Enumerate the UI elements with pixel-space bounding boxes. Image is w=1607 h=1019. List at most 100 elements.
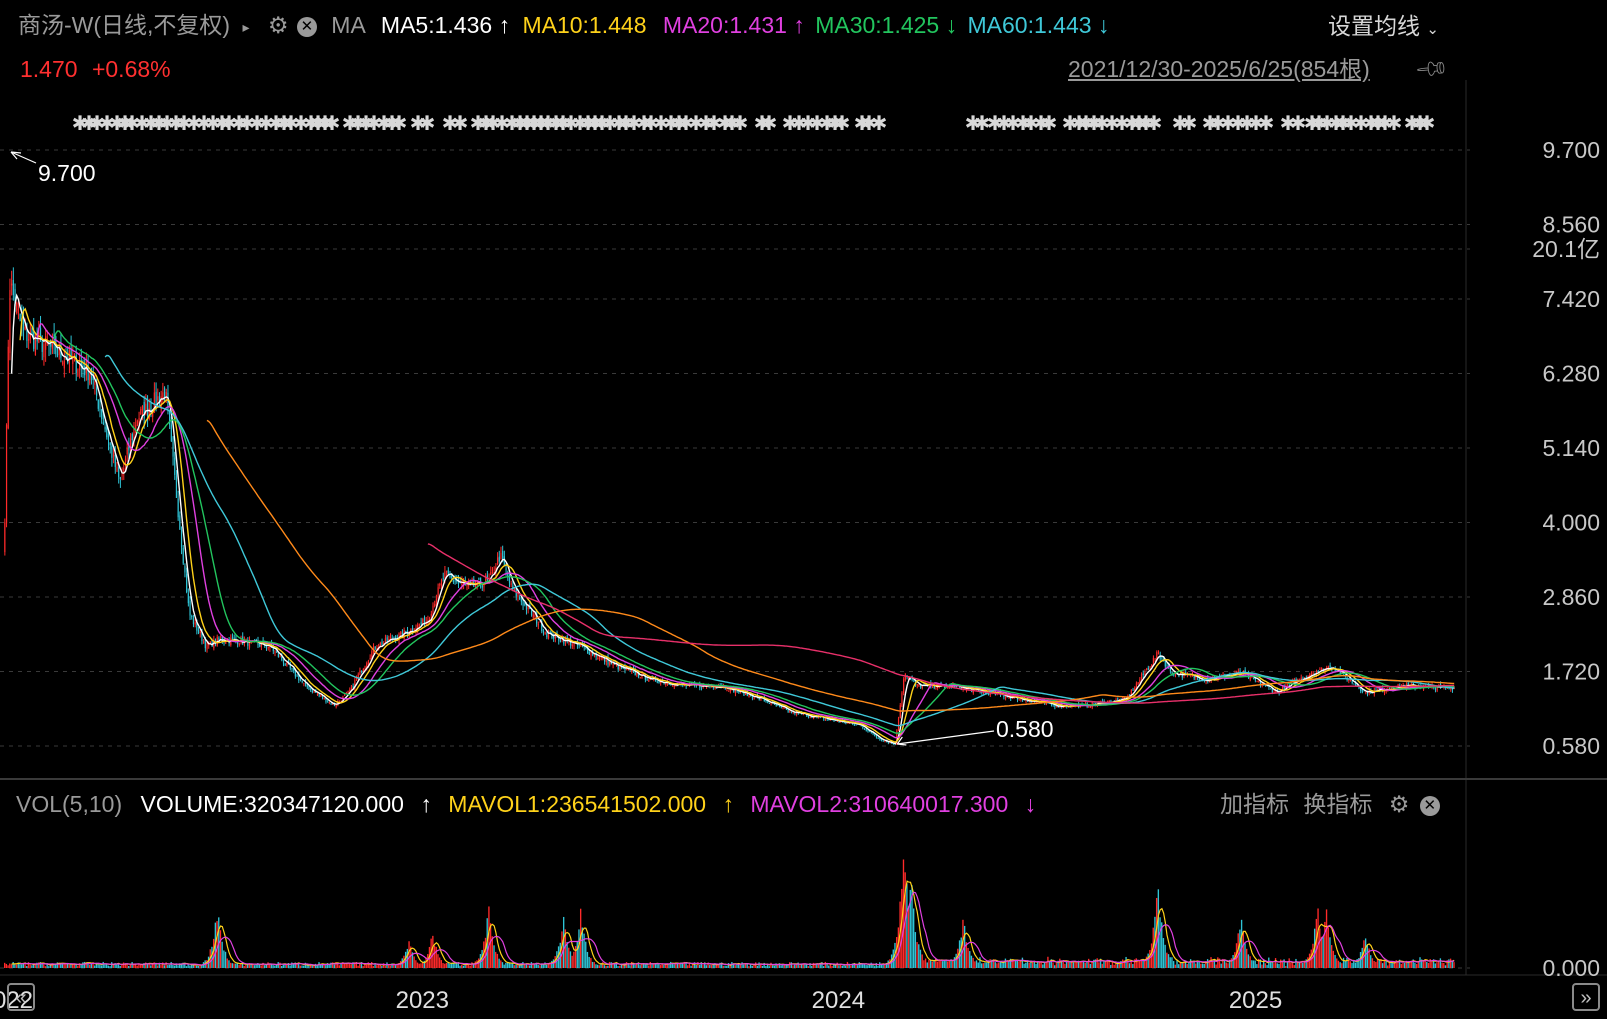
candle[interactable] [442, 572, 444, 582]
candle[interactable] [1219, 673, 1221, 676]
candle[interactable] [94, 373, 96, 395]
candle[interactable] [187, 588, 189, 607]
candle[interactable] [381, 638, 383, 647]
candle[interactable] [43, 340, 45, 366]
candle[interactable] [916, 683, 918, 689]
candle[interactable] [62, 360, 64, 366]
indicator-gear-icon[interactable]: ⚙ [1389, 791, 1410, 817]
switch-indicator-button[interactable]: 换指标 [1303, 791, 1372, 817]
candle[interactable] [882, 740, 884, 742]
candle[interactable] [121, 467, 123, 481]
candle[interactable] [267, 646, 269, 651]
candle[interactable] [45, 328, 47, 362]
candle[interactable] [1237, 668, 1239, 673]
candle[interactable] [369, 654, 371, 661]
candle[interactable] [452, 579, 455, 585]
candle[interactable] [119, 476, 121, 488]
candle[interactable] [863, 728, 866, 731]
candle[interactable] [400, 631, 402, 637]
candle[interactable] [327, 699, 329, 703]
candle[interactable] [607, 653, 609, 668]
candle[interactable] [904, 673, 906, 682]
candle[interactable] [111, 442, 113, 467]
candle[interactable] [192, 614, 195, 628]
candle[interactable] [510, 580, 512, 588]
ma-settings-button[interactable]: 设置均线 ⌄ [1328, 11, 1439, 45]
candle[interactable] [877, 736, 879, 740]
candle[interactable] [639, 677, 641, 679]
candle[interactable] [454, 574, 456, 585]
candle[interactable] [486, 570, 488, 582]
candle[interactable] [1312, 671, 1314, 675]
candle[interactable] [330, 702, 332, 705]
candle[interactable] [490, 566, 492, 576]
candle[interactable] [481, 584, 483, 591]
candle[interactable] [179, 511, 181, 530]
candle[interactable] [559, 638, 562, 643]
candle[interactable] [175, 470, 178, 499]
candle[interactable] [316, 692, 319, 696]
candle[interactable] [109, 442, 111, 454]
candle[interactable] [163, 386, 166, 403]
event-marker-icon[interactable]: ✱ [761, 113, 778, 135]
candle[interactable] [34, 332, 37, 356]
candle[interactable] [238, 642, 240, 647]
candle[interactable] [748, 694, 750, 698]
candle[interactable] [361, 670, 363, 674]
candle[interactable] [328, 701, 330, 705]
candle[interactable] [439, 582, 441, 589]
candle[interactable] [434, 600, 436, 608]
candle[interactable] [1353, 683, 1355, 685]
candle[interactable] [1319, 667, 1321, 670]
candle[interactable] [277, 653, 279, 658]
close-icon[interactable]: ✕ [296, 16, 317, 37]
candle[interactable] [423, 615, 426, 627]
candle[interactable] [1256, 680, 1258, 683]
expand-arrow-icon[interactable]: ▸ [242, 19, 249, 35]
candle[interactable] [714, 687, 716, 690]
candle[interactable] [1018, 698, 1020, 701]
candle[interactable] [323, 697, 325, 700]
candle[interactable] [186, 567, 188, 594]
event-markers[interactable]: ✱✱✱✱✱✱✱✱✱✱✱✱✱✱✱✱✱✱✱✱✱✱✱✱✱✱✱✱✱✱ ✱✱✱✱✱✱✱ ✱✱ ✱… [72, 113, 1436, 135]
event-marker-icon[interactable]: ✱ [452, 113, 469, 135]
candle[interactable] [33, 317, 35, 352]
candle[interactable] [28, 330, 30, 350]
candle[interactable] [1142, 670, 1144, 679]
candle[interactable] [303, 682, 305, 687]
candle[interactable] [4, 518, 6, 556]
candle[interactable] [903, 677, 905, 696]
event-marker-icon[interactable]: ✱ [419, 113, 436, 135]
candle[interactable] [172, 436, 174, 466]
candle[interactable] [1137, 681, 1139, 685]
candle[interactable] [191, 614, 193, 620]
candle[interactable] [473, 576, 475, 588]
candle[interactable] [160, 390, 162, 414]
candle[interactable] [359, 667, 361, 676]
candle[interactable] [507, 570, 509, 581]
event-marker-icon[interactable]: ✱ [732, 113, 749, 135]
candle[interactable] [289, 661, 291, 671]
candle[interactable] [136, 419, 138, 427]
candle[interactable] [546, 631, 548, 640]
candle[interactable] [508, 572, 511, 588]
candle[interactable] [80, 348, 82, 378]
candle[interactable] [116, 461, 118, 473]
candle[interactable] [9, 278, 11, 361]
candle[interactable] [11, 270, 13, 296]
candle[interactable] [768, 702, 771, 705]
volume-label[interactable]: VOL(5,10) [16, 791, 122, 817]
scroll-right-button[interactable]: » [1572, 983, 1600, 1011]
candle[interactable] [1055, 706, 1058, 708]
candle[interactable] [503, 550, 505, 567]
candle[interactable] [498, 550, 500, 564]
candle[interactable] [67, 346, 69, 365]
candle[interactable] [478, 577, 480, 580]
candle[interactable] [807, 715, 810, 719]
candle[interactable] [547, 629, 550, 640]
event-marker-icon[interactable]: ✱ [1419, 113, 1436, 135]
candle[interactable] [519, 595, 521, 601]
candle[interactable] [845, 722, 847, 725]
candle[interactable] [97, 399, 99, 412]
date-range-link[interactable]: 2021/12/30-2025/6/25(854根) [1068, 54, 1370, 84]
